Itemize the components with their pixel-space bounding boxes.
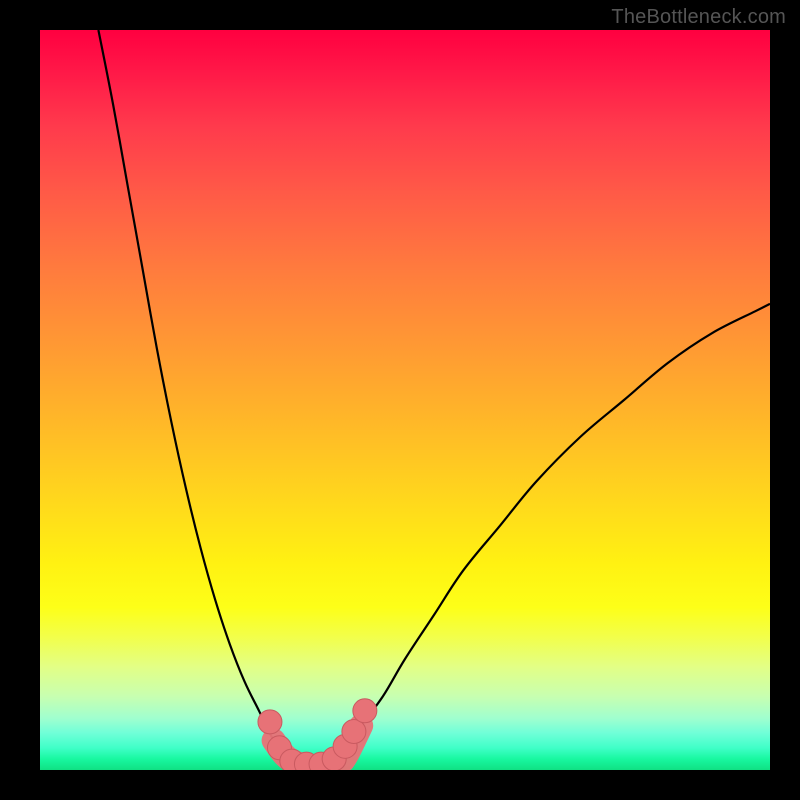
v-curve-path xyxy=(98,30,770,767)
valley-marker-dot xyxy=(258,710,282,734)
bottleneck-curve xyxy=(98,30,770,767)
plot-area xyxy=(40,30,770,770)
valley-marker-dot xyxy=(353,699,377,723)
watermark-text: TheBottleneck.com xyxy=(611,6,786,29)
chart-frame: TheBottleneck.com xyxy=(0,0,800,800)
curve-layer xyxy=(40,30,770,770)
valley-marker-dot xyxy=(342,720,366,744)
